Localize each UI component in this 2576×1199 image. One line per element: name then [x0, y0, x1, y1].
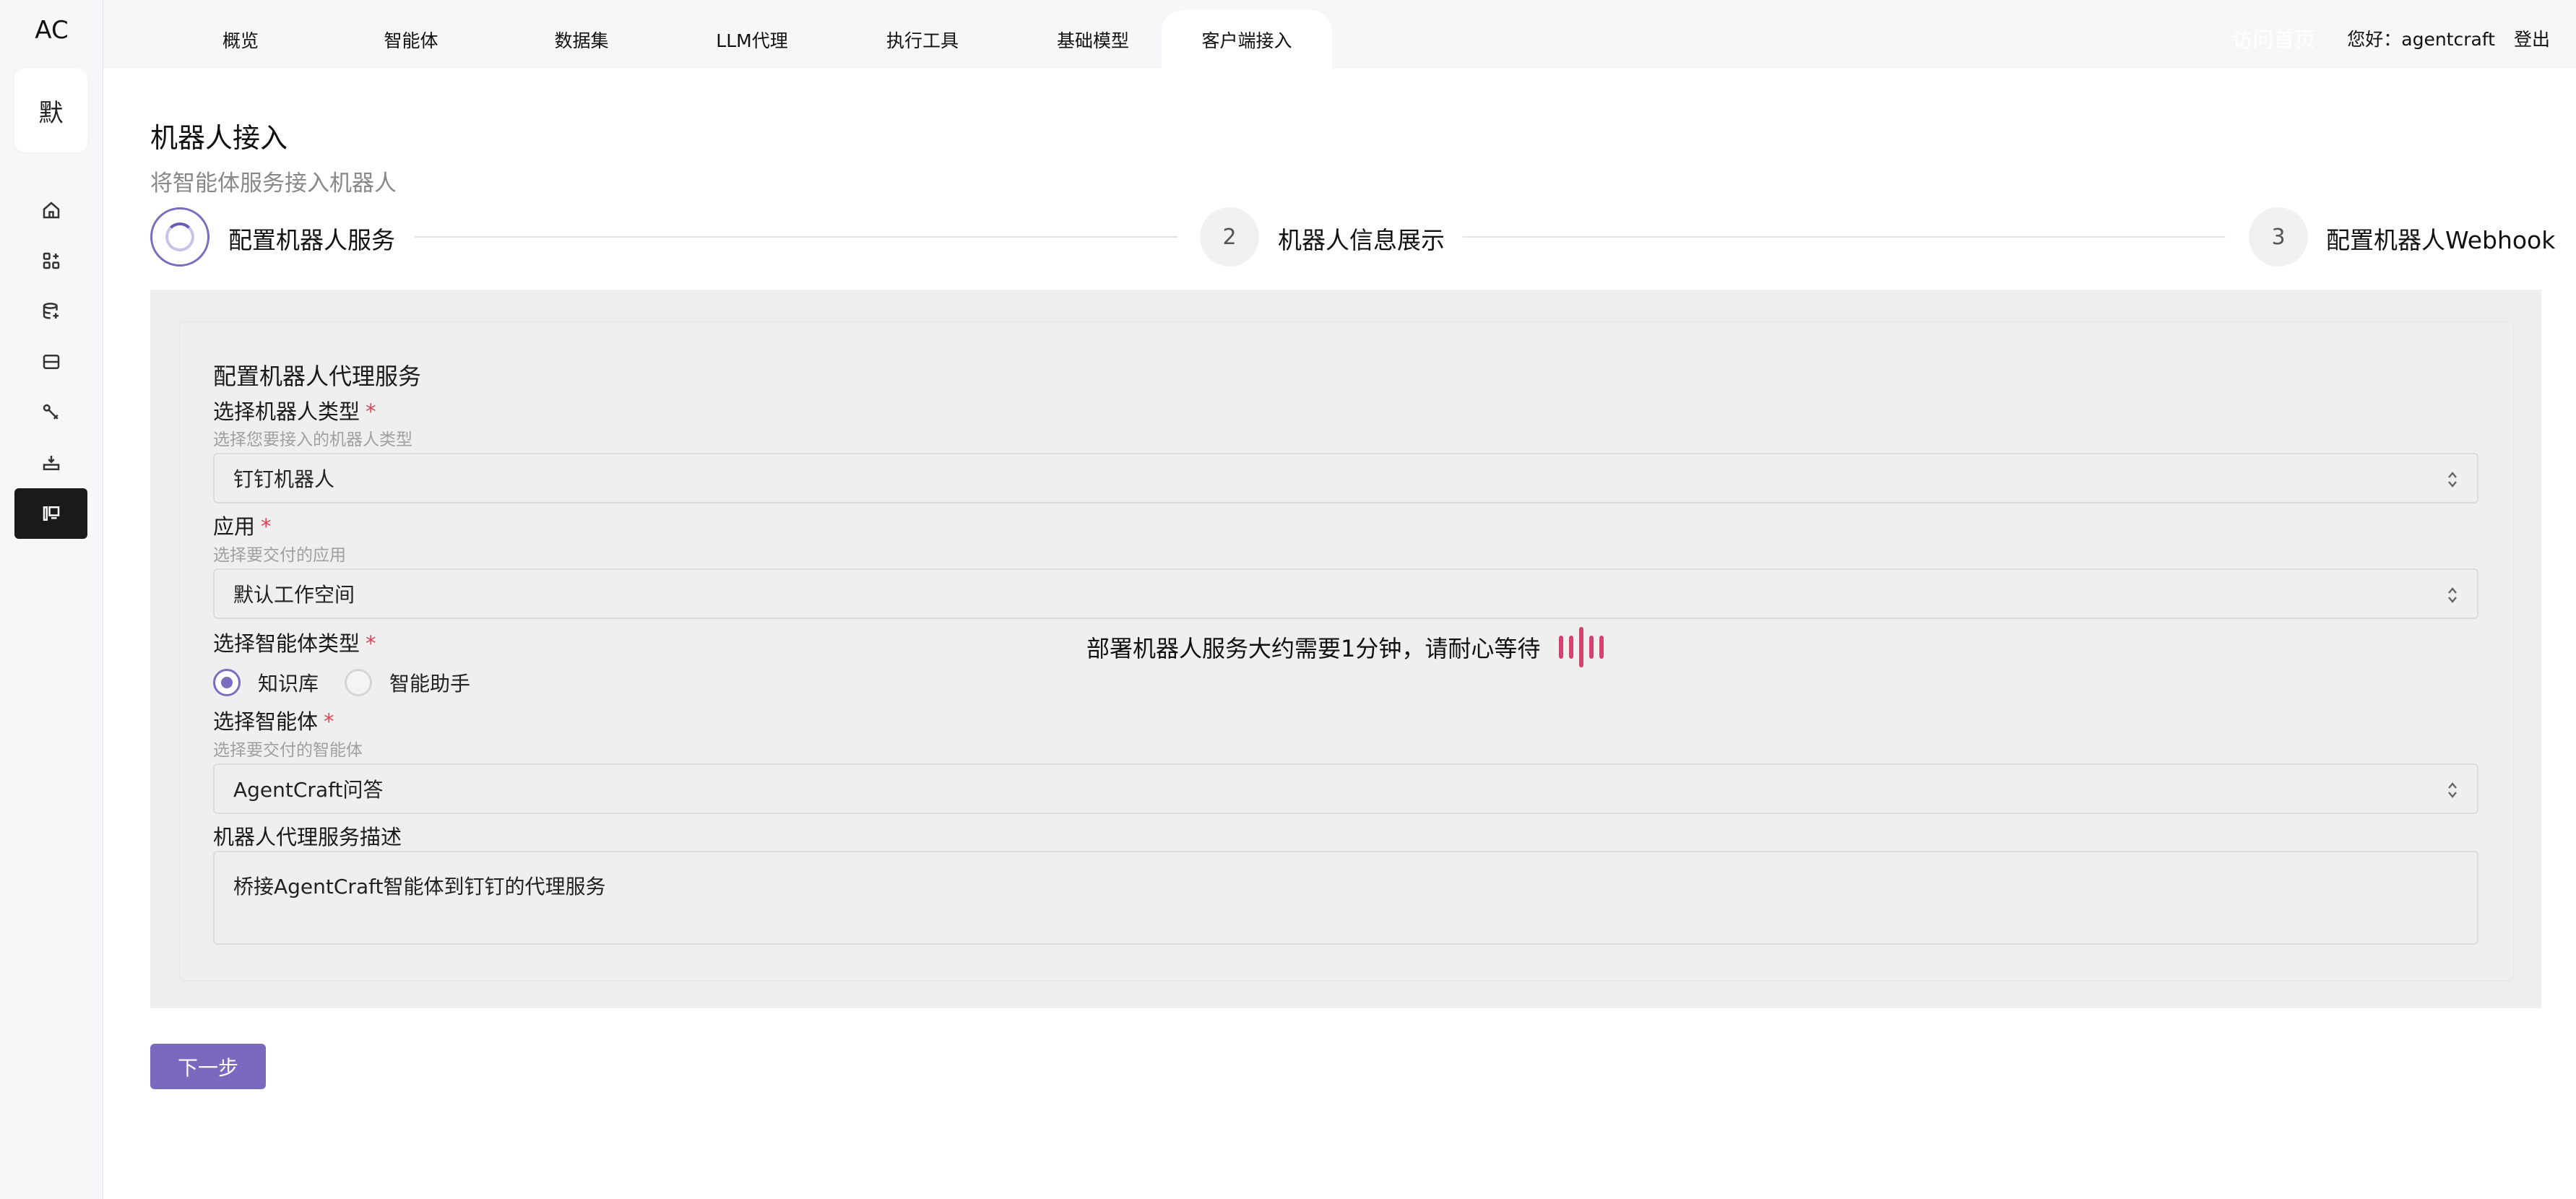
agent-help: 选择要交付的智能体	[213, 741, 363, 760]
next-button[interactable]: 下一步	[150, 1044, 266, 1089]
client-access-icon	[43, 506, 59, 521]
sidebar-item-home[interactable]	[14, 185, 87, 235]
robot-type-help: 选择您要接入的机器人类型	[213, 430, 412, 449]
app-value: 默认工作空间	[233, 583, 355, 607]
agent-value: AgentCraft问答	[233, 778, 384, 802]
radio-knowledge-base-label[interactable]: 知识库	[258, 668, 319, 697]
radio-assistant-label[interactable]: 智能助手	[389, 668, 470, 697]
home-link[interactable]: 访问首页	[2231, 23, 2315, 53]
sidebar-item-models[interactable]	[14, 438, 87, 488]
sidebar-item-tools[interactable]	[14, 387, 87, 438]
app-help: 选择要交付的应用	[213, 546, 346, 565]
description-textarea[interactable]: 桥接AgentCraft智能体到钉钉的代理服务	[213, 851, 2478, 945]
step-3-label: 配置机器人Webhook	[2326, 226, 2556, 254]
agent-label: 选择智能体 *	[213, 709, 334, 734]
sidebar-item-agents[interactable]	[14, 235, 87, 286]
page-subtitle: 将智能体服务接入机器人	[150, 170, 397, 196]
dataset-icon	[43, 303, 59, 319]
step-3-indicator: 3	[2249, 207, 2308, 267]
user-area: 访问首页 您好：agentcraft 登出	[2231, 0, 2550, 76]
radio-assistant[interactable]	[345, 669, 373, 696]
loading-text: 部署机器人服务大约需要1分钟，请耐心等待	[1086, 635, 1541, 662]
tab-tools[interactable]: 执行工具	[837, 10, 1008, 69]
sidebar-nav	[14, 185, 87, 539]
robot-type-value: 钉钉机器人	[233, 467, 335, 491]
required-mark: *	[324, 709, 334, 734]
step-connector	[415, 236, 1177, 238]
top-nav: 概览 智能体 数据集 LLM代理 执行工具 基础模型 客户端接入 访问首页 您好…	[103, 0, 2576, 69]
llm-proxy-icon	[43, 355, 59, 369]
app-select[interactable]: 默认工作空间	[213, 568, 2478, 619]
form-section-title: 配置机器人代理服务	[213, 363, 422, 390]
app-label: 应用 *	[213, 514, 272, 539]
chevron-updown-icon	[2447, 586, 2458, 605]
sidebar-item-dataset[interactable]	[14, 286, 87, 337]
step-2-indicator: 2	[1200, 207, 1259, 267]
chevron-updown-icon	[2447, 781, 2458, 800]
required-mark: *	[366, 631, 376, 656]
tab-base-models[interactable]: 基础模型	[1008, 10, 1178, 69]
sidebar: AC 默	[0, 0, 103, 1199]
chevron-updown-icon	[2447, 470, 2458, 489]
user-greeting: 您好：agentcraft	[2347, 28, 2495, 50]
step-2-label: 机器人信息展示	[1278, 226, 1445, 254]
tab-overview[interactable]: 概览	[155, 10, 326, 69]
agent-select[interactable]: AgentCraft问答	[213, 763, 2478, 814]
agents-grid-icon	[43, 252, 59, 269]
tools-icon	[43, 404, 59, 420]
step-connector	[1463, 236, 2226, 238]
sidebar-item-client-access[interactable]	[14, 488, 87, 539]
tab-llm-proxy[interactable]: LLM代理	[667, 10, 837, 69]
step-1-indicator	[150, 207, 209, 267]
required-mark: *	[366, 399, 376, 424]
robot-type-label: 选择机器人类型 *	[213, 399, 376, 424]
tab-client-access[interactable]: 客户端接入	[1162, 10, 1332, 69]
model-icon	[43, 456, 59, 470]
agent-type-label: 选择智能体类型 *	[213, 631, 376, 656]
app-logo[interactable]: AC	[0, 16, 103, 45]
step-1-label: 配置机器人服务	[228, 226, 395, 254]
loading-spinner-icon	[165, 222, 194, 251]
description-label: 机器人代理服务描述	[213, 825, 402, 849]
sidebar-item-llm-proxy[interactable]	[14, 337, 87, 387]
radio-knowledge-base[interactable]	[213, 669, 241, 696]
deploy-loading: 部署机器人服务大约需要1分钟，请耐心等待	[1086, 627, 1604, 667]
workspace-avatar[interactable]: 默	[14, 69, 87, 152]
required-mark: *	[261, 514, 272, 539]
logout-link[interactable]: 登出	[2514, 25, 2550, 51]
loading-bars-icon	[1559, 627, 1604, 667]
home-icon	[43, 202, 59, 219]
agent-type-radio-group: 知识库 智能助手	[213, 668, 496, 697]
tab-agents[interactable]: 智能体	[326, 10, 496, 69]
tab-datasets[interactable]: 数据集	[496, 10, 667, 69]
robot-type-select[interactable]: 钉钉机器人	[213, 453, 2478, 503]
page-title: 机器人接入	[150, 122, 288, 154]
